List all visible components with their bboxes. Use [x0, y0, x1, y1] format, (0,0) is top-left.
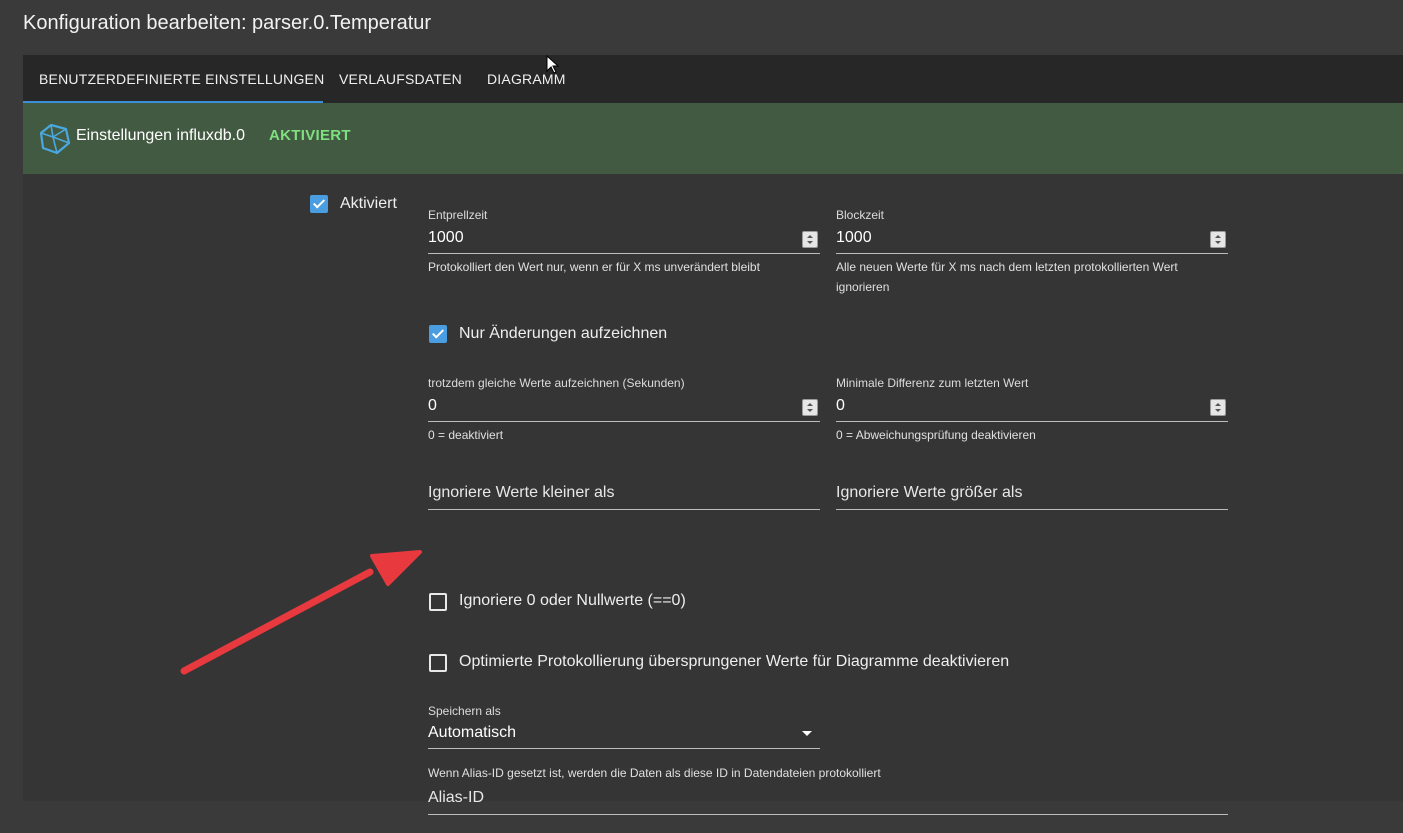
store-as-select[interactable]: Automatisch: [428, 720, 820, 749]
dialog-panel: BENUTZERDEFINIERTE EINSTELLUNGEN VERLAUF…: [23, 55, 1403, 815]
debounce-value: 1000: [428, 229, 464, 246]
min-delta-helper: 0 = Abweichungsprüfung deaktivieren: [836, 428, 1036, 442]
changes-relog-input[interactable]: 0: [428, 393, 820, 422]
debounce-input[interactable]: 1000: [428, 225, 820, 254]
tab-history-data[interactable]: VERLAUFSDATEN: [339, 55, 462, 103]
enabled-checkbox[interactable]: [310, 195, 328, 213]
blocktime-label: Blockzeit: [836, 208, 885, 222]
min-delta-label: Minimale Differenz zum letzten Wert: [836, 376, 1029, 390]
dropdown-arrow-icon: [802, 731, 812, 736]
ignore-below-input[interactable]: Ignoriere Werte kleiner als: [428, 481, 820, 510]
min-delta-spinner[interactable]: [1210, 399, 1226, 416]
debounce-helper: Protokolliert den Wert nur, wenn er für …: [428, 260, 760, 274]
disable-skipped-checkbox[interactable]: [429, 654, 447, 672]
blocktime-helper-line1: Alle neuen Werte für X ms nach dem letzt…: [836, 260, 1178, 274]
ignore-above-input[interactable]: Ignoriere Werte größer als: [836, 481, 1228, 510]
changes-only-checkbox[interactable]: [429, 325, 447, 343]
changes-relog-spinner[interactable]: [802, 399, 818, 416]
blocktime-input[interactable]: 1000: [836, 225, 1228, 254]
blocktime-value: 1000: [836, 229, 872, 246]
adapter-banner[interactable]: Einstellungen influxdb.0 AKTIVIERT: [23, 103, 1403, 174]
ignore-zero-label: Ignoriere 0 oder Nullwerte (==0): [459, 592, 686, 609]
alias-id-helper: Wenn Alias-ID gesetzt ist, werden die Da…: [428, 766, 881, 780]
disable-skipped-label: Optimierte Protokollierung übersprungene…: [459, 653, 1010, 670]
banner-title: Einstellungen influxdb.0: [76, 127, 246, 144]
changes-relog-label: trotzdem gleiche Werte aufzeichnen (Seku…: [428, 376, 685, 390]
blocktime-spinner[interactable]: [1210, 231, 1226, 248]
ignore-above-placeholder: Ignoriere Werte größer als: [836, 484, 1023, 501]
tab-custom-settings[interactable]: BENUTZERDEFINIERTE EINSTELLUNGEN: [39, 55, 324, 103]
banner-status-badge: AKTIVIERT: [269, 127, 351, 144]
ignore-zero-checkbox[interactable]: [429, 593, 447, 611]
changes-relog-value: 0: [428, 397, 437, 414]
changes-only-label: Nur Änderungen aufzeichnen: [459, 325, 668, 342]
ignore-below-placeholder: Ignoriere Werte kleiner als: [428, 484, 615, 501]
min-delta-value: 0: [836, 397, 845, 414]
dialog-title: Konfiguration bearbeiten: parser.0.Tempe…: [23, 12, 432, 34]
blocktime-helper-line2: ignorieren: [836, 280, 890, 294]
settings-form: Aktiviert Entprellzeit 1000 Protokollier…: [23, 174, 1403, 815]
mouse-cursor-icon: [546, 55, 560, 74]
alias-id-placeholder: Alias-ID: [428, 789, 485, 806]
changes-relog-helper: 0 = deaktiviert: [428, 428, 504, 442]
debounce-label: Entprellzeit: [428, 208, 488, 222]
min-delta-input[interactable]: 0: [836, 393, 1228, 422]
enabled-label: Aktiviert: [340, 195, 397, 212]
influxdb-icon: [39, 123, 71, 155]
tab-bar: BENUTZERDEFINIERTE EINSTELLUNGEN VERLAUF…: [23, 55, 1403, 103]
debounce-spinner[interactable]: [802, 231, 818, 248]
alias-id-input[interactable]: Alias-ID: [428, 786, 1228, 815]
store-as-label: Speichern als: [428, 704, 501, 718]
store-as-value: Automatisch: [428, 724, 517, 741]
